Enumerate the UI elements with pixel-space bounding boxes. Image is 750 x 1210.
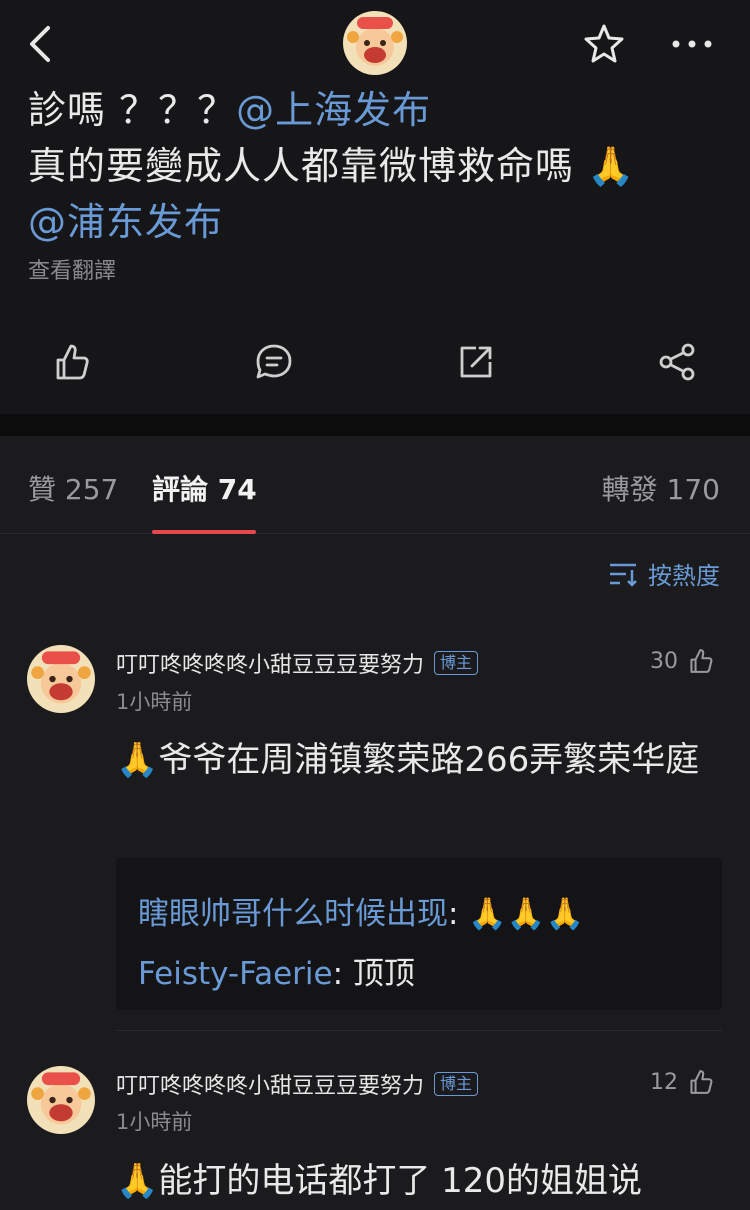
reply-text: : 🙏🙏🙏 (448, 896, 585, 932)
comment-avatar[interactable] (27, 645, 95, 713)
comment-like-button[interactable]: 12 (650, 1067, 716, 1097)
comment-time: 1小時前 (116, 690, 193, 714)
post-line-3: @浦东发布 (28, 194, 728, 250)
comment-author[interactable]: 叮叮咚咚咚咚小甜豆豆豆要努力 博主 (116, 1068, 479, 1100)
reply-author[interactable]: 瞎眼帅哥什么时候出现 (138, 896, 448, 932)
user-avatar[interactable] (343, 11, 407, 75)
comment-author-name: 叮叮咚咚咚咚小甜豆豆豆要努力 (116, 653, 425, 678)
mention-link[interactable]: @浦东发布 (28, 200, 223, 244)
sort-icon (610, 563, 637, 587)
star-icon[interactable] (582, 22, 626, 66)
tab-likes[interactable]: 贊 257 (28, 468, 118, 508)
more-icon[interactable] (668, 26, 716, 62)
back-icon[interactable] (24, 24, 60, 64)
comment-like-count: 12 (650, 1069, 678, 1095)
comment-like-button[interactable]: 30 (650, 646, 716, 676)
comment-divider (116, 1030, 722, 1031)
post-text: 診嗎 ？？？@上海发布 真的要變成人人都靠微博救命嗎 🙏 @浦东发布 (28, 82, 728, 250)
post-line-1: 診嗎 ？？？@上海发布 (28, 82, 728, 138)
reply-item: Feisty-Faerie: 顶顶 (138, 948, 415, 993)
post-actions-bar (0, 330, 750, 396)
translate-link[interactable]: 查看翻譯 (28, 253, 116, 285)
mention-link[interactable]: @上海发布 (236, 88, 431, 132)
tab-reposts[interactable]: 轉發 170 (602, 468, 720, 508)
repost-icon[interactable] (454, 340, 498, 384)
sort-label: 按熱度 (648, 562, 720, 590)
comment-text: 🙏能打的电话都打了 120的姐姐说 (116, 1161, 643, 1201)
comment-author[interactable]: 叮叮咚咚咚咚小甜豆豆豆要努力 博主 (116, 647, 479, 679)
thumbs-up-icon[interactable] (50, 340, 94, 384)
reply-preview-box[interactable]: 瞎眼帅哥什么时候出现: 🙏🙏🙏 Feisty-Faerie: 顶顶 (116, 858, 722, 1010)
tab-comments[interactable]: 評論 74 (152, 468, 257, 508)
nav-bar (0, 0, 750, 86)
comment-time: 1小時前 (116, 1110, 193, 1134)
author-badge: 博主 (434, 651, 479, 675)
comment-text: 🙏爷爷在周浦镇繁荣路266弄繁荣华庭 (116, 740, 700, 780)
post-line-2: 真的要變成人人都靠微博救命嗎 🙏 (28, 144, 636, 188)
comment-author-name: 叮叮咚咚咚咚小甜豆豆豆要努力 (116, 1074, 425, 1099)
reply-item: 瞎眼帅哥什么时候出现: 🙏🙏🙏 (138, 888, 584, 933)
post-card: 診嗎 ？？？@上海发布 真的要變成人人都靠微博救命嗎 🙏 @浦东发布 查看翻譯 (0, 0, 750, 414)
share-icon[interactable] (656, 340, 700, 384)
post-text-segment: 診嗎 ？？？ (28, 88, 237, 132)
reply-author[interactable]: Feisty-Faerie (138, 956, 333, 992)
active-tab-indicator (152, 530, 256, 534)
section-gap (0, 414, 750, 436)
tab-bar: 贊 257 評論 74 轉發 170 (0, 436, 750, 534)
thumbs-up-icon (690, 1070, 713, 1094)
reply-text: : 顶顶 (332, 956, 415, 992)
sort-button[interactable]: 按熱度 (608, 556, 720, 591)
thumbs-up-icon (690, 649, 713, 673)
comment-like-count: 30 (650, 648, 678, 674)
comment-icon[interactable] (252, 340, 296, 384)
comment-avatar[interactable] (27, 1066, 95, 1134)
author-badge: 博主 (434, 1072, 479, 1096)
